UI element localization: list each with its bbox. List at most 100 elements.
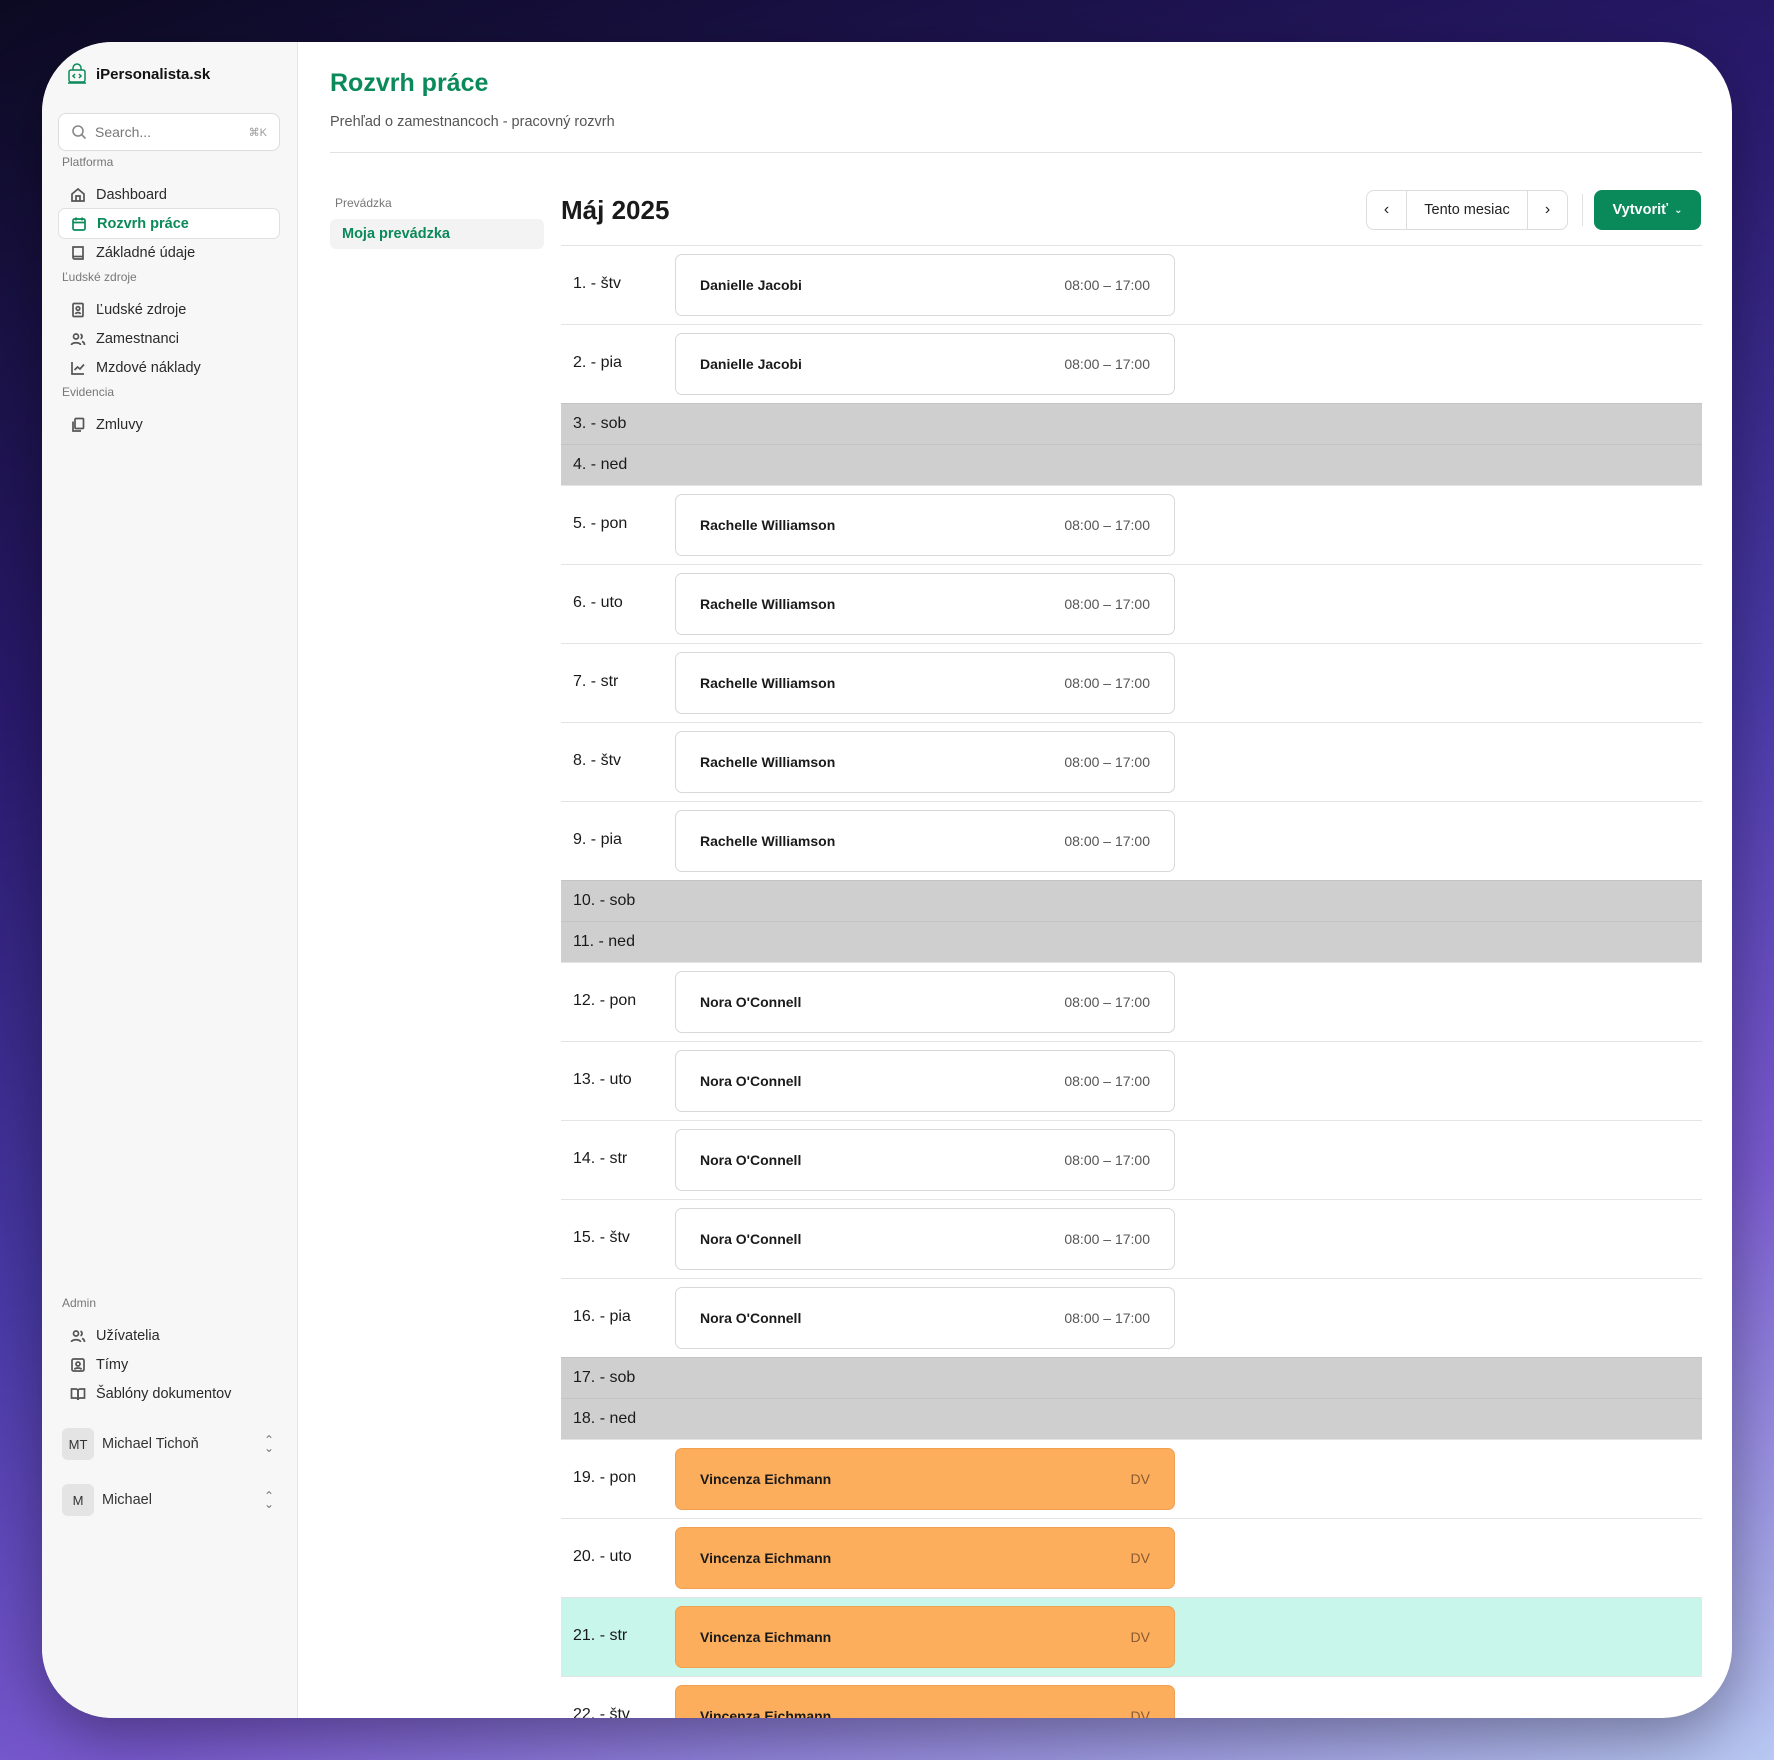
employee-name: Rachelle Williamson [700,596,836,612]
documents-icon [72,417,85,432]
leave-card[interactable]: Vincenza Eichmann DV [675,1448,1175,1510]
brand[interactable]: iPersonalista.sk [66,62,210,86]
sidebar-item-employees[interactable]: Zamestnanci [58,323,280,354]
sidebar-item-dashboard[interactable]: Dashboard [58,179,280,210]
create-button[interactable]: Vytvoriť ⌄ [1594,190,1701,230]
shift-card[interactable]: Danielle Jacobi 08:00 – 17:00 [675,254,1175,316]
sidebar-item-hr[interactable]: Ľudské zdroje [58,294,280,325]
schedule-row: 21. - str Vincenza Eichmann DV [561,1597,1702,1676]
day-label: 1. - štv [573,275,622,292]
day-label: 13. - uto [573,1071,632,1088]
leave-type: DV [1130,1471,1150,1487]
day-label: 10. - sob [573,892,636,909]
day-label: 7. - str [573,673,619,690]
schedule-row: 17. - sob [561,1357,1702,1398]
search-shortcut: ⌘K [248,126,267,139]
sidebar-item-label: Zmluvy [96,416,143,433]
sidebar-item-users[interactable]: Užívatelia [58,1320,280,1351]
sidebar-item-payroll[interactable]: Mzdové náklady [58,352,280,383]
team-switcher[interactable]: M Michael ⌃ ⌄ [62,1483,274,1517]
shift-card[interactable]: Rachelle Williamson 08:00 – 17:00 [675,573,1175,635]
this-month-button[interactable]: Tento mesiac [1406,191,1528,229]
leave-card[interactable]: Vincenza Eichmann DV [675,1527,1175,1589]
employee-name: Rachelle Williamson [700,517,836,533]
employee-name: Nora O'Connell [700,994,802,1010]
schedule-row: 2. - pia Danielle Jacobi 08:00 – 17:00 [561,324,1702,403]
sidebar-item-label: Tímy [96,1356,129,1373]
shift-card[interactable]: Nora O'Connell 08:00 – 17:00 [675,1208,1175,1270]
schedule-row: 11. - ned [561,921,1702,962]
leave-card[interactable]: Vincenza Eichmann DV [675,1606,1175,1668]
page-subtitle: Prehľad o zamestnancoch - pracovný rozvr… [330,114,615,130]
next-month-button[interactable]: › [1528,191,1567,229]
main-content: Rozvrh práce Prehľad o zamestnancoch - p… [298,42,1732,1718]
sidebar-item-label: Šablóny dokumentov [96,1385,232,1402]
shift-time: 08:00 – 17:00 [1064,833,1150,849]
search-input[interactable]: Search... ⌘K [58,113,280,151]
day-label: 4. - ned [573,456,628,473]
users-icon [70,332,86,345]
book-icon [72,245,84,260]
day-label: 5. - pon [573,515,628,532]
shift-time: 08:00 – 17:00 [1064,675,1150,691]
shift-time: 08:00 – 17:00 [1064,596,1150,612]
schedule-row: 9. - pia Rachelle Williamson 08:00 – 17:00 [561,801,1702,880]
shift-time: 08:00 – 17:00 [1064,1152,1150,1168]
team-icon [71,1357,85,1372]
chart-icon [71,361,85,375]
sidebar-item-teams[interactable]: Tímy [58,1349,280,1380]
schedule-row: 20. - uto Vincenza Eichmann DV [561,1518,1702,1597]
month-title: Máj 2025 [561,195,670,225]
employee-name: Nora O'Connell [700,1073,802,1089]
shift-card[interactable]: Rachelle Williamson 08:00 – 17:00 [675,652,1175,714]
sidebar-item-templates[interactable]: Šablóny dokumentov [58,1378,280,1409]
schedule-list: 1. - štv Danielle Jacobi 08:00 – 17:00 2. -… [561,245,1702,1718]
leave-card[interactable]: Vincenza Eichmann DV [675,1685,1175,1718]
day-label: 12. - pon [573,992,637,1009]
day-label: 22. - štv [573,1706,630,1718]
divider [1582,194,1583,226]
schedule-row: 12. - pon Nora O'Connell 08:00 – 17:00 [561,962,1702,1041]
users-icon [70,1329,86,1342]
shift-card[interactable]: Danielle Jacobi 08:00 – 17:00 [675,333,1175,395]
schedule-row: 5. - pon Rachelle Williamson 08:00 – 17:00 [561,485,1702,564]
user-switcher[interactable]: MT Michael Tichoň ⌃ ⌄ [62,1427,274,1461]
sidebar: iPersonalista.sk Search... ⌘K Platforma … [42,42,298,1718]
day-label: 14. - str [573,1150,628,1167]
section-label-platform: Platforma [62,155,114,169]
schedule-row: 18. - ned [561,1398,1702,1439]
sidebar-item-basic-data[interactable]: Základné údaje [58,237,280,268]
shift-card[interactable]: Rachelle Williamson 08:00 – 17:00 [675,810,1175,872]
shift-card[interactable]: Rachelle Williamson 08:00 – 17:00 [675,731,1175,793]
shift-time: 08:00 – 17:00 [1064,517,1150,533]
month-navigation: ‹ Tento mesiac › [1366,190,1568,230]
book-open-icon [70,1387,86,1400]
shift-time: 08:00 – 17:00 [1064,994,1150,1010]
employee-name: Rachelle Williamson [700,675,836,691]
day-label: 11. - ned [573,933,635,950]
employee-name: Nora O'Connell [700,1310,802,1326]
schedule-row: 10. - sob [561,880,1702,921]
sidebar-item-schedule[interactable]: Rozvrh práce [58,208,280,239]
create-button-label: Vytvoriť [1612,202,1669,218]
search-icon [72,125,87,140]
day-label: 21. - str [573,1627,628,1644]
day-label: 9. - pia [573,831,622,848]
avatar: M [62,1484,94,1516]
shift-card[interactable]: Rachelle Williamson 08:00 – 17:00 [675,494,1175,556]
subnav-item-my-venue[interactable]: Moja prevádzka [330,219,544,249]
chevron-left-icon: ‹ [1383,201,1390,218]
shift-card[interactable]: Nora O'Connell 08:00 – 17:00 [675,971,1175,1033]
sidebar-item-contracts[interactable]: Zmluvy [58,409,280,440]
employee-name: Nora O'Connell [700,1231,802,1247]
user-name: Michael Tichoň [102,1436,199,1452]
shift-card[interactable]: Nora O'Connell 08:00 – 17:00 [675,1050,1175,1112]
shift-time: 08:00 – 17:00 [1064,277,1150,293]
prev-month-button[interactable]: ‹ [1367,191,1406,229]
shift-card[interactable]: Nora O'Connell 08:00 – 17:00 [675,1287,1175,1349]
shift-card[interactable]: Nora O'Connell 08:00 – 17:00 [675,1129,1175,1191]
employee-name: Rachelle Williamson [700,833,836,849]
shift-time: 08:00 – 17:00 [1064,356,1150,372]
search-placeholder: Search... [95,124,152,140]
schedule-row: 6. - uto Rachelle Williamson 08:00 – 17:00 [561,564,1702,643]
